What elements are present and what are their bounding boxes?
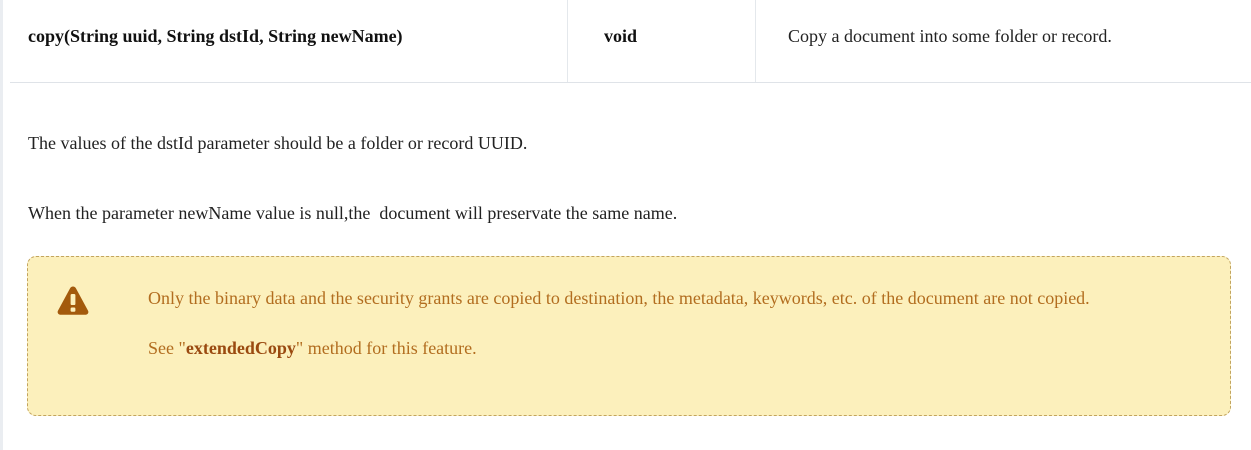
method-description-cell: Copy a document into some folder or reco… <box>788 26 1112 46</box>
newname-note-paragraph: When the parameter newName value is null… <box>28 203 678 223</box>
see-suffix: " method for this feature. <box>295 338 477 358</box>
return-type-cell: void <box>568 0 756 82</box>
method-table-row: copy(String uuid, String dstId, String n… <box>10 0 1251 83</box>
method-signature-cell: copy(String uuid, String dstId, String n… <box>10 0 568 82</box>
warning-message: Only the binary data and the security gr… <box>148 288 1090 308</box>
left-margin-rule <box>0 0 3 450</box>
see-prefix: See " <box>148 338 186 358</box>
extendedcopy-link[interactable]: extendedCopy <box>186 338 296 358</box>
see-also-line: See "extendedCopy" method for this featu… <box>148 333 1198 363</box>
warning-triangle-icon <box>57 286 89 315</box>
warning-text: Only the binary data and the security gr… <box>148 283 1198 363</box>
dstid-note-paragraph: The values of the dstId parameter should… <box>28 133 528 153</box>
warning-admonition: Only the binary data and the security gr… <box>27 256 1231 416</box>
